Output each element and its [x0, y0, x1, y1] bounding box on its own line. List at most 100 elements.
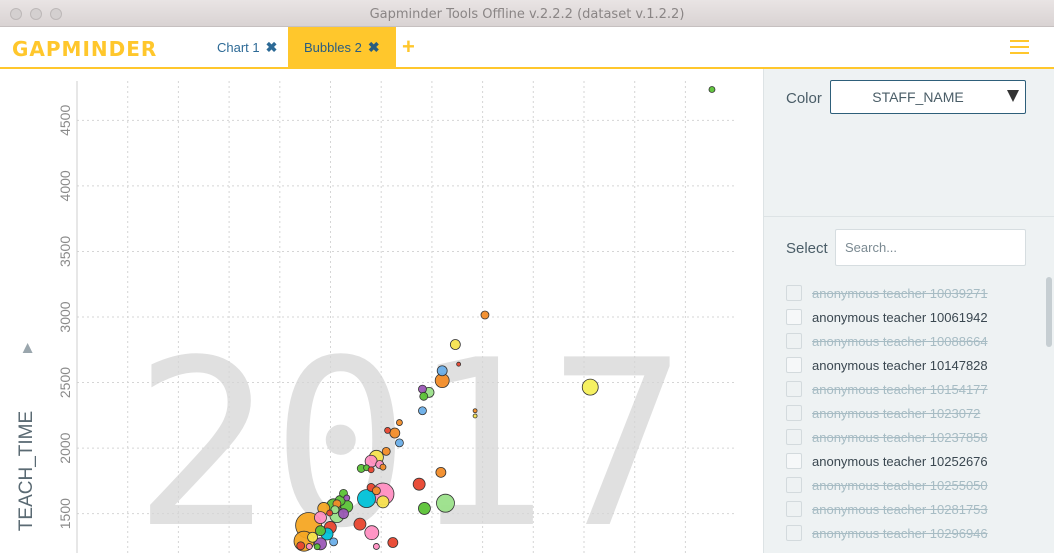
data-bubble[interactable]: [456, 361, 462, 367]
data-bubble[interactable]: [581, 378, 599, 396]
data-bubble[interactable]: [418, 502, 431, 515]
item-checkbox[interactable]: [786, 429, 802, 445]
item-checkbox[interactable]: [786, 477, 802, 493]
gapminder-logo[interactable]: GAPMINDER: [12, 37, 157, 61]
data-bubble[interactable]: [387, 537, 399, 548]
item-label: anonymous teacher 1023072: [812, 405, 981, 421]
item-checkbox[interactable]: [786, 453, 802, 469]
item-checkbox[interactable]: [786, 501, 802, 517]
data-bubble[interactable]: [472, 408, 478, 414]
item-label: anonymous teacher 10296946: [812, 525, 988, 541]
item-label: anonymous teacher 10255050: [812, 477, 988, 493]
axis-menu-arrow-icon[interactable]: ▶: [20, 343, 35, 353]
close-tab-icon[interactable]: ✖: [266, 39, 278, 56]
year-watermark: 2017: [133, 312, 687, 553]
list-item[interactable]: anonymous teacher 10296946: [786, 521, 1036, 545]
search-input[interactable]: [835, 229, 1026, 266]
data-bubble[interactable]: [307, 531, 318, 543]
y-axis-label[interactable]: TEACH_TIME: [16, 411, 37, 531]
tab-label: Bubbles 2: [304, 39, 362, 55]
color-label: Color: [786, 90, 822, 107]
data-bubble[interactable]: [389, 427, 401, 439]
data-bubble[interactable]: [418, 384, 427, 394]
data-bubble[interactable]: [379, 463, 387, 471]
y-tick-label: 4000: [57, 170, 73, 201]
data-bubble[interactable]: [436, 493, 455, 513]
data-bubble[interactable]: [343, 494, 351, 502]
tab-bar: GAPMINDER Chart 1 ✖ Bubbles 2 ✖ +: [0, 27, 1054, 69]
tab-bubbles-2[interactable]: Bubbles 2 ✖: [288, 27, 396, 67]
data-bubble[interactable]: [329, 537, 339, 547]
color-dropdown-value: STAFF_NAME: [872, 89, 964, 105]
list-item[interactable]: anonymous teacher 10039271: [786, 281, 1036, 305]
list-item[interactable]: anonymous teacher 10252676: [786, 449, 1036, 473]
data-bubble[interactable]: [384, 427, 391, 434]
list-item[interactable]: anonymous teacher 10154177: [786, 377, 1036, 401]
data-bubble[interactable]: [708, 86, 716, 93]
item-label: anonymous teacher 10088664: [812, 333, 988, 349]
y-tick-label: 2000: [57, 432, 73, 463]
add-tab-button[interactable]: +: [402, 34, 415, 60]
item-checkbox[interactable]: [786, 381, 802, 397]
data-bubble[interactable]: [326, 509, 334, 517]
list-item[interactable]: anonymous teacher 10088664: [786, 329, 1036, 353]
sidebar-divider: [764, 216, 1054, 217]
data-bubble[interactable]: [436, 365, 448, 377]
hamburger-menu-icon[interactable]: [1010, 40, 1029, 54]
bubble-chart-svg[interactable]: 2017 1500 2000 2500 3000 3500 4000 4500 TEACH_TI…: [0, 69, 763, 553]
item-label: anonymous teacher 10237858: [812, 429, 988, 445]
close-tab-icon[interactable]: ✖: [368, 39, 380, 56]
list-item[interactable]: anonymous teacher 10147828: [786, 353, 1036, 377]
item-checkbox[interactable]: [786, 405, 802, 421]
data-bubble[interactable]: [396, 419, 403, 426]
y-tick-label: 4500: [57, 105, 73, 136]
list-scrollbar[interactable]: [1046, 277, 1052, 347]
y-tick-label: 3000: [57, 301, 73, 332]
list-item[interactable]: anonymous teacher 10061942: [786, 305, 1036, 329]
data-bubble[interactable]: [480, 310, 490, 320]
list-item[interactable]: anonymous teacher 10281753: [786, 497, 1036, 521]
item-label: anonymous teacher 10154177: [812, 381, 988, 397]
bubble-chart[interactable]: 2017 1500 2000 2500 3000 3500 4000 4500 TEACH_TI…: [0, 69, 763, 553]
item-checkbox[interactable]: [786, 333, 802, 349]
options-sidebar: Color STAFF_NAME Select anonymous teache…: [763, 69, 1054, 553]
data-bubble[interactable]: [412, 477, 426, 491]
dropdown-arrow-icon[interactable]: [1007, 90, 1019, 102]
list-item[interactable]: anonymous teacher 1023072: [786, 401, 1036, 425]
data-bubble[interactable]: [376, 495, 390, 509]
data-bubble[interactable]: [296, 541, 306, 551]
data-bubble[interactable]: [338, 508, 349, 520]
data-bubble[interactable]: [353, 517, 367, 531]
data-bubble[interactable]: [449, 339, 461, 350]
item-label: anonymous teacher 10147828: [812, 357, 988, 373]
item-label: anonymous teacher 10252676: [812, 453, 988, 469]
data-bubble[interactable]: [371, 486, 381, 496]
data-bubble[interactable]: [372, 543, 380, 550]
item-label: anonymous teacher 10281753: [812, 501, 988, 517]
item-checkbox[interactable]: [786, 285, 802, 301]
data-bubble[interactable]: [418, 406, 427, 416]
window-title: Gapminder Tools Offline v.2.2.2 (dataset…: [369, 7, 685, 22]
data-bubble[interactable]: [305, 543, 313, 550]
item-label: anonymous teacher 10039271: [812, 285, 988, 301]
data-bubble[interactable]: [367, 466, 375, 474]
data-bubble[interactable]: [314, 511, 327, 525]
list-item[interactable]: anonymous teacher 10237858: [786, 425, 1036, 449]
item-checkbox[interactable]: [786, 525, 802, 541]
tab-label: Chart 1: [217, 39, 260, 55]
data-bubble[interactable]: [435, 466, 447, 478]
tab-chart-1[interactable]: Chart 1 ✖: [201, 27, 293, 67]
select-label: Select: [786, 240, 828, 257]
data-bubble[interactable]: [395, 438, 404, 448]
y-tick-label: 3500: [57, 236, 73, 267]
item-checkbox[interactable]: [786, 309, 802, 325]
color-dropdown[interactable]: STAFF_NAME: [830, 80, 1026, 114]
item-checkbox[interactable]: [786, 357, 802, 373]
list-item[interactable]: anonymous teacher 10255050: [786, 473, 1036, 497]
data-bubble[interactable]: [364, 525, 380, 541]
data-bubble[interactable]: [472, 413, 478, 419]
data-bubble[interactable]: [313, 543, 321, 551]
window-titlebar: Gapminder Tools Offline v.2.2.2 (dataset…: [0, 0, 1054, 27]
data-bubble[interactable]: [381, 446, 391, 456]
data-bubble[interactable]: [419, 391, 429, 401]
